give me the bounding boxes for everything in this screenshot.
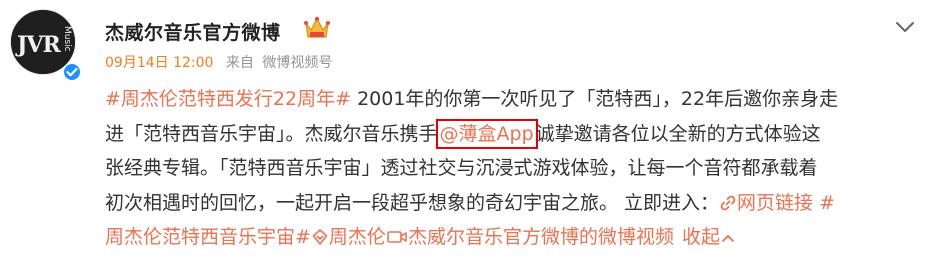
author-name[interactable]: 杰威尔音乐官方微博 (105, 18, 281, 45)
post-meta: 09月14日 12:00 来自 微博视频号 (105, 52, 332, 72)
post-line-5: 周杰伦范特西音乐宇宙# 周杰伦 杰威尔音乐官方微博的微博视频 收起 (105, 220, 917, 255)
web-link[interactable]: 网页链接 (719, 192, 813, 214)
link-icon (719, 189, 737, 224)
post-line-3: 张经典专辑。「范特西音乐宇宙」透过社交与沉浸式游戏体验，让每一个音符都承载着 (105, 151, 917, 186)
hashtag-link-start[interactable]: # (813, 192, 835, 214)
collapse-label: 收起 (681, 226, 720, 248)
post-text-segment: 进「范特西音乐宇宙」。杰威尔音乐携手 (105, 122, 438, 145)
video-link-label: 杰威尔音乐官方微博的微博视频 (407, 226, 674, 248)
supertopic-link[interactable]: 周杰伦 (311, 226, 386, 248)
post-line-1: #周杰伦范特西发行22周年# 2001年的你第一次听见了「范特西」，22年后邀你… (105, 82, 917, 117)
vip-crown-icon[interactable] (302, 15, 332, 43)
web-link-label: 网页链接 (737, 191, 814, 214)
chevron-down-icon[interactable] (893, 18, 917, 36)
post-text-segment: 张经典专辑。「范特西音乐宇宙」透过社交与沉浸式游戏体验，让每一个音符都承载着 (105, 157, 818, 179)
post-text-segment: 初次相遇时的回忆，一起开启一段超乎想象的奇幻宇宙之旅。 立即进入： (105, 191, 720, 214)
post-line-4: 初次相遇时的回忆，一起开启一段超乎想象的奇幻宇宙之旅。 立即进入： 网页链接 # (105, 186, 917, 221)
post-text-segment: 诚挚邀请各位以全新的方式体验这 (535, 122, 821, 145)
verified-badge-icon (62, 62, 82, 82)
hashtag-link-end[interactable]: 周杰伦范特西音乐宇宙# (105, 226, 311, 248)
post-line-2: 进「范特西音乐宇宙」。杰威尔音乐携手 @薄盒App 诚挚邀请各位以全新的方式体验这 (105, 117, 917, 152)
collapse-button[interactable]: 收起 (682, 226, 736, 248)
mention-highlight-box: @薄盒App (435, 118, 538, 149)
avatar-side-text: Music (62, 26, 72, 52)
mention-link[interactable]: @薄盒App (440, 123, 534, 145)
video-icon (386, 223, 408, 258)
supertopic-icon (311, 223, 329, 258)
hashtag-link[interactable]: #周杰伦范特西发行22周年# (105, 88, 351, 110)
source-prefix: 来自 (225, 55, 254, 71)
avatar-logo-text: JVR (15, 32, 61, 58)
supertopic-label: 周杰伦 (328, 226, 386, 248)
post-text: #周杰伦范特西发行22周年# 2001年的你第一次听见了「范特西」，22年后邀你… (105, 82, 917, 255)
post-time[interactable]: 09月14日 12:00 (105, 55, 213, 71)
chevron-up-icon (720, 223, 736, 258)
post-text-segment: 2001年的你第一次听见了「范特西」，22年后邀你亲身走 (351, 88, 839, 110)
post-source[interactable]: 微博视频号 (262, 55, 332, 71)
video-link[interactable]: 杰威尔音乐官方微博的微博视频 (386, 226, 674, 248)
